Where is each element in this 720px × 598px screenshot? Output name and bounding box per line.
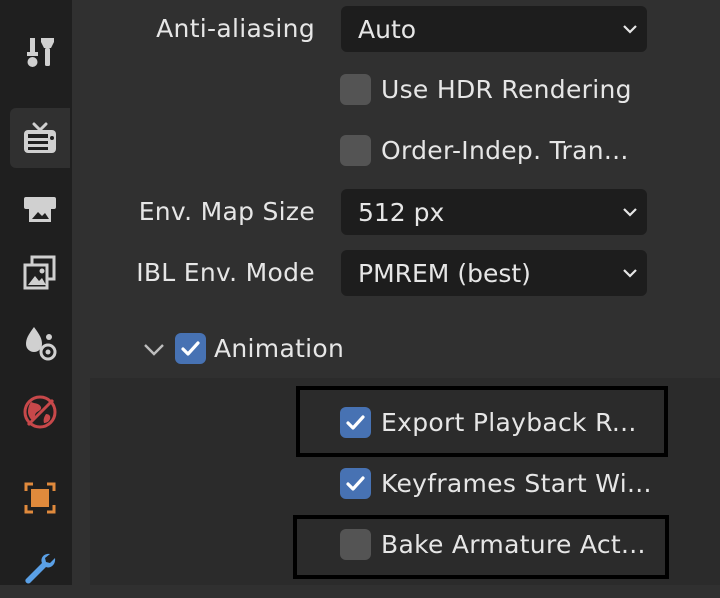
animation-checkbox[interactable] bbox=[175, 333, 206, 364]
export-playback-range-checkbox[interactable] bbox=[340, 407, 371, 438]
anti-aliasing-label: Anti-aliasing bbox=[156, 14, 315, 43]
chevron-down-icon bbox=[623, 269, 637, 278]
export-playback-range-row[interactable]: Export Playback R... bbox=[340, 407, 637, 438]
checkmark-icon bbox=[346, 415, 365, 430]
ibl-env-mode-dropdown[interactable]: PMREM (best) bbox=[341, 250, 647, 296]
output-icon bbox=[24, 197, 56, 222]
tab-render[interactable] bbox=[10, 108, 70, 168]
animation-subpanel-header[interactable]: Animation bbox=[175, 333, 344, 364]
ibl-env-mode-label: IBL Env. Mode bbox=[136, 258, 315, 287]
scene-icon bbox=[26, 327, 57, 361]
animation-label: Animation bbox=[214, 334, 345, 363]
disclosure-chevron-down-icon[interactable] bbox=[142, 337, 166, 361]
tab-object[interactable] bbox=[10, 468, 70, 528]
world-icon bbox=[23, 395, 57, 429]
bake-armature-action-row[interactable]: Bake Armature Act... bbox=[340, 529, 646, 560]
render-icon bbox=[24, 122, 56, 153]
chevron-down-icon bbox=[623, 208, 637, 217]
checkmark-icon bbox=[181, 341, 200, 356]
bake-armature-action-label: Bake Armature Act... bbox=[381, 530, 646, 559]
properties-tab-sidebar bbox=[0, 0, 72, 585]
chevron-down-icon bbox=[623, 25, 637, 34]
env-map-size-label: Env. Map Size bbox=[138, 197, 315, 226]
view-layer-icon bbox=[23, 255, 56, 290]
checkmark-icon bbox=[346, 476, 365, 491]
order-indep-transparency-label: Order-Indep. Tran... bbox=[381, 136, 629, 165]
bake-armature-action-checkbox[interactable] bbox=[340, 529, 371, 560]
tab-modifiers[interactable] bbox=[10, 538, 70, 598]
anti-aliasing-dropdown[interactable]: Auto bbox=[341, 6, 647, 52]
object-icon bbox=[24, 482, 56, 514]
tool-icon bbox=[27, 38, 54, 67]
tab-scene[interactable] bbox=[10, 313, 70, 373]
ibl-env-mode-value: PMREM (best) bbox=[358, 258, 531, 288]
tab-output[interactable] bbox=[10, 178, 70, 238]
keyframes-start-row[interactable]: Keyframes Start Wi... bbox=[340, 468, 652, 499]
tab-tool[interactable] bbox=[10, 22, 70, 82]
env-map-size-value: 512 px bbox=[358, 197, 445, 227]
use-hdr-rendering-label: Use HDR Rendering bbox=[381, 75, 632, 104]
env-map-size-dropdown[interactable]: 512 px bbox=[341, 189, 647, 235]
use-hdr-rendering-row[interactable]: Use HDR Rendering bbox=[340, 74, 632, 105]
anti-aliasing-value: Auto bbox=[358, 14, 417, 44]
keyframes-start-label: Keyframes Start Wi... bbox=[381, 469, 652, 498]
tab-view-layer[interactable] bbox=[10, 243, 70, 303]
modifier-wrench-icon bbox=[25, 553, 56, 584]
tab-world[interactable] bbox=[10, 382, 70, 442]
use-hdr-rendering-checkbox[interactable] bbox=[340, 74, 371, 105]
order-indep-transparency-row[interactable]: Order-Indep. Tran... bbox=[340, 135, 629, 166]
order-indep-transparency-checkbox[interactable] bbox=[340, 135, 371, 166]
export-playback-range-label: Export Playback R... bbox=[381, 408, 637, 437]
keyframes-start-checkbox[interactable] bbox=[340, 468, 371, 499]
